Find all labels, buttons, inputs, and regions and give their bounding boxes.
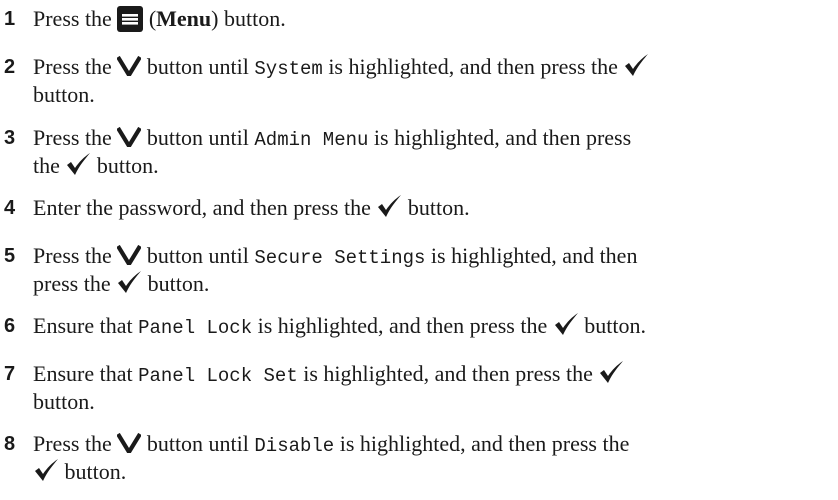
step-text: Press the button until Disable is highli… [33,431,838,486]
step-text-segment: is highlighted, and then press the [322,54,624,79]
step-text-segment: is highlighted, and then press the [334,431,630,456]
step-text-segment: button. [91,153,159,178]
step-text-segment: Press the [33,6,118,31]
step-text-segment: button. [33,389,95,414]
step-text: Press the button until System is highlig… [33,53,838,108]
step-text: Press the button until Admin Menu is hig… [33,125,838,180]
step-text-segment: button. [33,82,95,107]
step-text-segment: Press the [33,54,118,79]
step-text-segment: is highlighted, and then [425,243,638,268]
down-arrow-icon [117,432,142,453]
check-icon [376,194,402,218]
step-text-segment: button. [142,271,210,296]
step-text: Press the (Menu) button. [33,5,838,34]
step-text-segment: button until [141,243,255,268]
step-number: 4 [4,197,16,219]
step-text-segment: button. [578,313,646,338]
menu-item-name: Disable [254,435,335,457]
step-text-segment: button until [141,125,255,150]
step-number: 5 [4,245,16,267]
menu-item-name: Admin Menu [254,129,369,151]
step-text-segment: button until [141,431,255,456]
step-text: Ensure that Panel Lock is highlighted, a… [33,312,838,341]
step-text-segment: Ensure that [33,313,139,338]
step-text-segment: Press the [33,125,118,150]
check-icon [116,270,142,294]
menu-item-name: System [254,58,323,80]
step-text-segment: the [33,153,66,178]
step-number: 8 [4,433,16,455]
check-icon [598,360,624,384]
step-number: 3 [4,127,16,149]
down-arrow-icon [117,244,142,265]
check-icon [623,53,649,77]
menu-item-name: Secure Settings [254,247,426,269]
step-number: 2 [4,56,16,78]
step-text: Enter the password, and then press the b… [33,194,838,222]
step-number: 1 [4,8,16,30]
step-text-segment: is highlighted, and then press the [252,313,553,338]
step-text-segment: Enter the password, and then press the [33,195,377,220]
step-text: Ensure that Panel Lock Set is highlighte… [33,360,838,415]
step-text-segment: press the [33,271,117,296]
step-text-segment: Press the [33,431,118,456]
step-text-segment: Ensure that [33,361,139,386]
step-text-segment: button. [402,195,470,220]
step-text-segment: Press the [33,243,118,268]
menu-icon [117,5,144,32]
step-number: 6 [4,315,16,337]
check-icon [33,458,59,482]
step-text-segment: ( [143,6,157,31]
step-text: Press the button until Secure Settings i… [33,243,838,298]
step-number: 7 [4,363,16,385]
step-text-segment: button until [141,54,255,79]
step-text-segment: is highlighted, and then press the [297,361,599,386]
down-arrow-icon [117,126,142,147]
check-icon [65,152,91,176]
menu-item-name: Panel Lock [138,317,253,339]
down-arrow-icon [117,55,142,76]
step-text-segment: is highlighted, and then press [368,125,632,150]
step-text-segment: button. [59,459,127,484]
button-name: Menu [156,6,212,31]
menu-item-name: Panel Lock Set [138,365,298,387]
check-icon [553,312,579,336]
step-text-segment: ) button. [211,6,286,31]
